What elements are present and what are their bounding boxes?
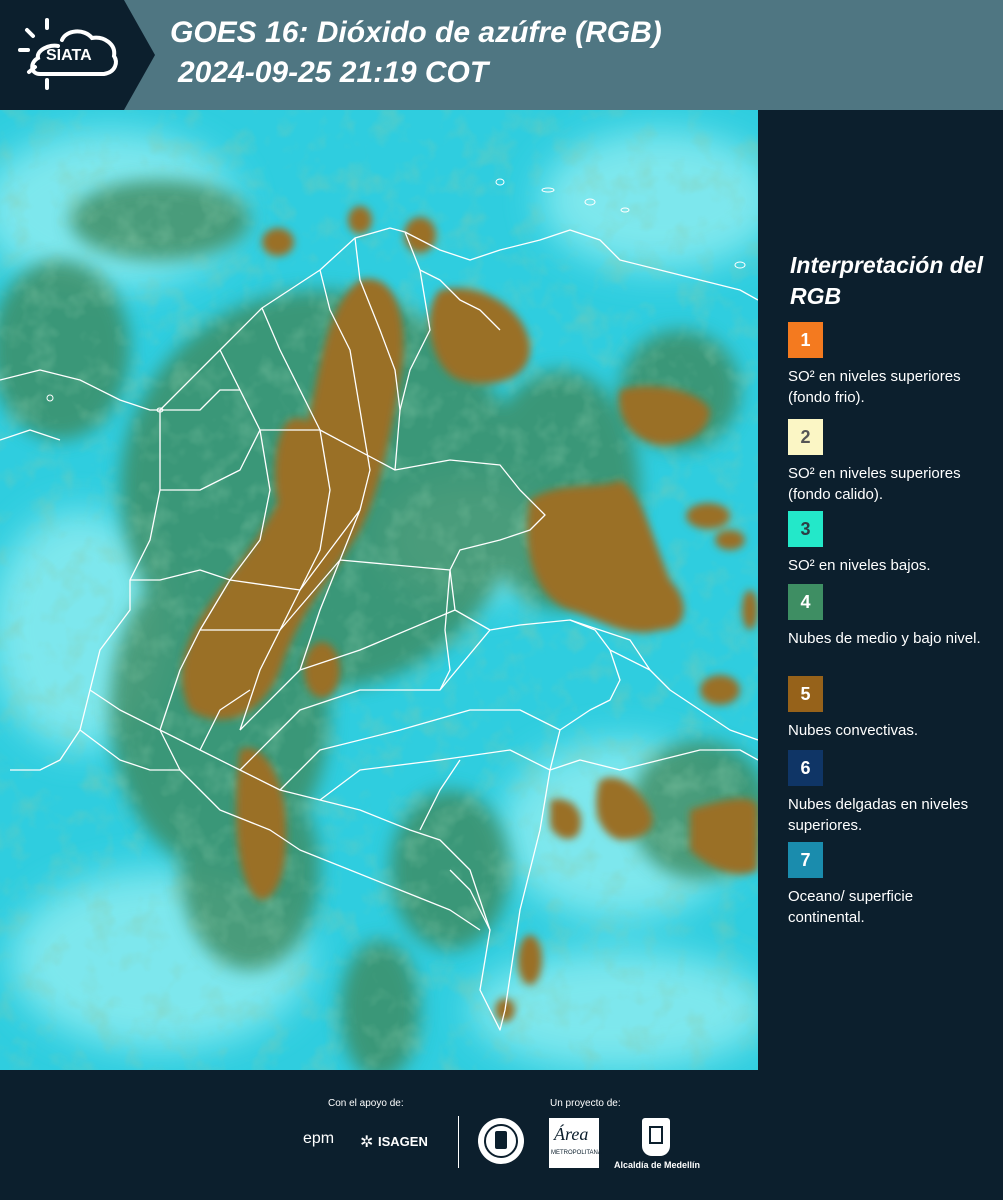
- legend-number: 4: [800, 591, 811, 612]
- area-logo-subtext: METROPOLITANA: [551, 1150, 602, 1156]
- legend-swatch-5: 5: [788, 676, 823, 712]
- legend-number: 7: [800, 849, 811, 870]
- area-logo-text: Área: [554, 1124, 589, 1144]
- legend-swatch-2: 2: [788, 419, 823, 455]
- siata-logo: SIATA: [0, 0, 155, 110]
- legend-title: Interpretación del RGB: [790, 252, 983, 309]
- legend-number: 5: [800, 683, 811, 704]
- alcaldia-crest-icon: [642, 1118, 670, 1156]
- page-title: GOES 16: Dióxido de azúfre (RGB): [170, 16, 662, 49]
- alcaldia-logo: Alcaldía de Medellín: [614, 1160, 701, 1170]
- legend-description-1: SO² en niveles superiores (fondo frio).: [788, 368, 961, 406]
- legend-description-4: Nubes de medio y bajo nivel.: [788, 630, 981, 647]
- legend-description-3: SO² en niveles bajos.: [788, 557, 931, 574]
- legend-swatch-1: 1: [788, 322, 823, 358]
- legend-swatch-6: 6: [788, 750, 823, 786]
- support-label: Con el apoyo de:: [328, 1098, 404, 1109]
- footer-divider: [458, 1116, 459, 1168]
- legend-number: 2: [800, 426, 811, 447]
- legend-swatch-3: 3: [788, 511, 823, 547]
- legend-description-5: Nubes convectivas.: [788, 722, 919, 739]
- legend-number: 1: [800, 329, 811, 350]
- legend-swatch-4: 4: [788, 584, 823, 620]
- epm-logo: epm: [303, 1130, 335, 1147]
- legend-swatch-7: 7: [788, 842, 823, 878]
- legend-number: 6: [800, 757, 811, 778]
- footer: Con el apoyo de: Un proyecto de: epm ✲ I…: [0, 1070, 1003, 1200]
- legend-panel: Interpretación del RGB 1 SO² en niveles s…: [758, 110, 1003, 1070]
- legend-description-2: SO² en niveles superiores (fondo calido)…: [788, 465, 961, 503]
- medellin-seal-icon: [478, 1118, 524, 1164]
- legend-number: 3: [800, 518, 811, 539]
- legend-description-6: Nubes delgadas en niveles superiores.: [788, 796, 969, 834]
- area-metropolitana-logo: Área METROPOLITANA: [549, 1118, 602, 1168]
- isagen-icon: ✲: [360, 1134, 374, 1151]
- isagen-logo: ISAGEN: [378, 1134, 428, 1149]
- legend-description-7: Oceano/ superficie continental.: [788, 888, 914, 926]
- satellite-map[interactable]: [0, 110, 758, 1070]
- page-timestamp: 2024-09-25 21:19 COT: [178, 56, 489, 89]
- logo-text: SIATA: [46, 47, 92, 64]
- header-bar: SIATA GOES 16: Dióxido de azúfre (RGB) 2…: [0, 0, 1003, 110]
- project-label: Un proyecto de:: [550, 1098, 621, 1109]
